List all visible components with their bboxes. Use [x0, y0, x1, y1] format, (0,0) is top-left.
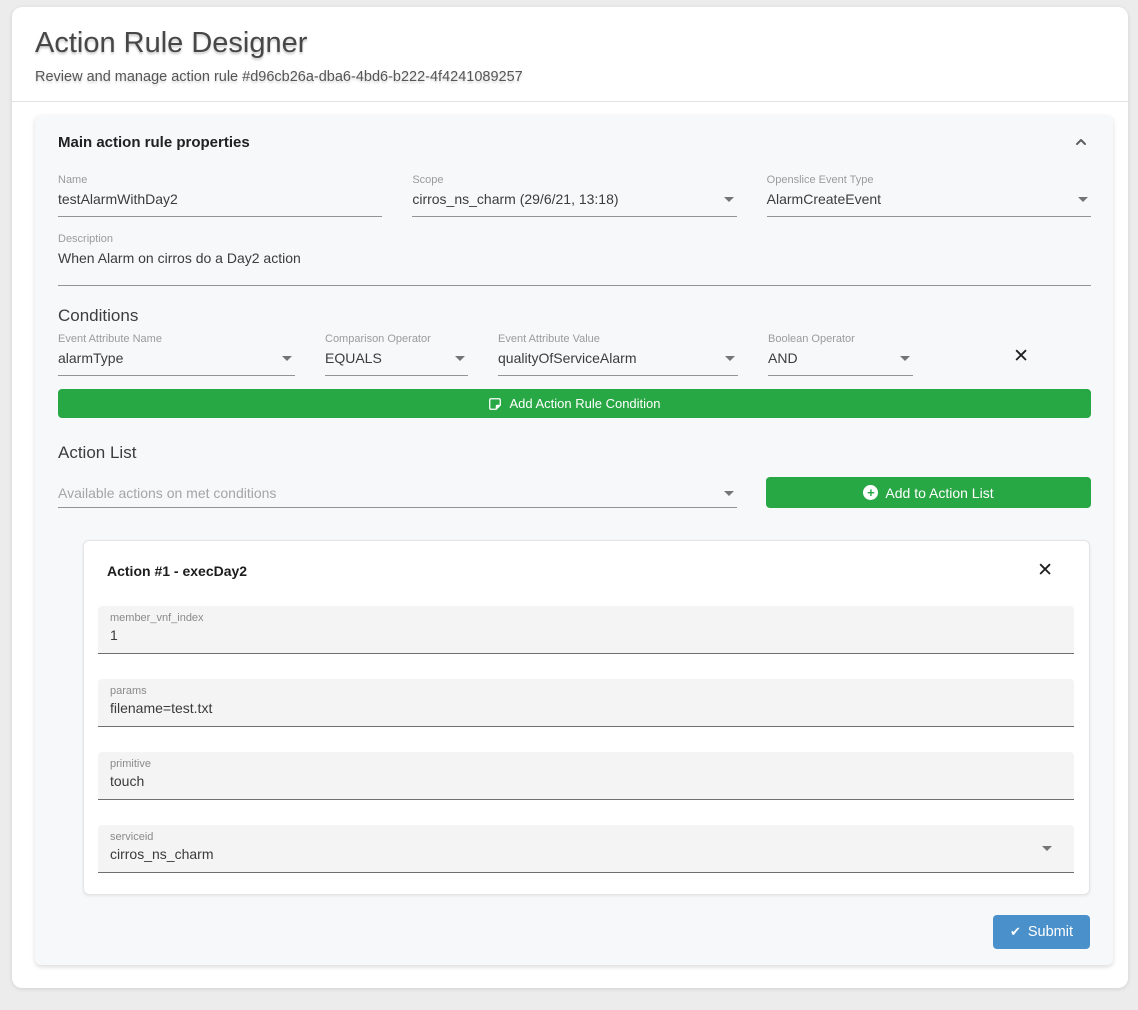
serviceid-label: serviceid — [110, 831, 1062, 843]
remove-condition-icon[interactable]: ✕ — [1013, 347, 1029, 366]
primitive-label: primitive — [110, 758, 1062, 770]
event-attribute-value-label: Event Attribute Value — [498, 333, 738, 345]
member-vnf-index-value: 1 — [110, 627, 118, 643]
description-label: Description — [58, 233, 1091, 245]
chevron-up-icon[interactable] — [1071, 132, 1091, 152]
dropdown-arrow-icon — [1042, 846, 1052, 851]
page-header: Action Rule Designer Review and manage a… — [12, 7, 1128, 102]
name-value: testAlarmWithDay2 — [58, 191, 178, 207]
available-actions-select[interactable]: Available actions on met conditions — [58, 477, 737, 508]
available-actions-placeholder: Available actions on met conditions — [58, 485, 276, 501]
plus-circle-icon: + — [863, 485, 878, 500]
panel-title: Main action rule properties — [58, 134, 250, 151]
action-card-header: Action #1 - execDay2 ✕ — [98, 561, 1074, 580]
dropdown-arrow-icon — [282, 356, 292, 361]
add-to-action-list-label: Add to Action List — [885, 485, 993, 501]
action-select-row: Available actions on met conditions + Ad… — [58, 477, 1091, 508]
event-attribute-name-label: Event Attribute Name — [58, 333, 295, 345]
remove-action-icon[interactable]: ✕ — [1037, 561, 1053, 580]
dropdown-arrow-icon — [724, 197, 734, 202]
event-attribute-value-value: qualityOfServiceAlarm — [498, 350, 637, 366]
action-list-heading: Action List — [58, 443, 1091, 463]
main-properties-panel: Main action rule properties Name testAla… — [35, 115, 1113, 965]
add-condition-button-label: Add Action Rule Condition — [509, 396, 660, 411]
page-title: Action Rule Designer — [35, 27, 1104, 60]
dropdown-arrow-icon — [724, 491, 734, 496]
params-value: filename=test.txt — [110, 700, 212, 716]
check-icon: ✔ — [1010, 924, 1021, 940]
condition-row: Event Attribute Name alarmType Compariso… — [58, 333, 1091, 376]
scope-value: cirros_ns_charm (29/6/21, 13:18) — [412, 191, 618, 207]
submit-button-label: Submit — [1028, 924, 1073, 940]
event-type-value: AlarmCreateEvent — [767, 191, 881, 207]
conditions-heading: Conditions — [58, 306, 1091, 326]
description-field[interactable]: Description When Alarm on cirros do a Da… — [58, 233, 1091, 286]
description-value: When Alarm on cirros do a Day2 action — [58, 250, 301, 266]
scope-label: Scope — [412, 174, 736, 186]
name-field[interactable]: Name testAlarmWithDay2 — [58, 174, 382, 217]
params-field[interactable]: params filename=test.txt — [98, 679, 1074, 727]
panel-header: Main action rule properties — [58, 132, 1091, 152]
action-card-title: Action #1 - execDay2 — [107, 563, 247, 579]
event-type-label: Openslice Event Type — [767, 174, 1091, 186]
submit-row: ✔ Submit — [58, 915, 1090, 949]
content-card: Action Rule Designer Review and manage a… — [12, 7, 1128, 988]
add-to-action-list-button[interactable]: + Add to Action List — [766, 477, 1091, 508]
boolean-operator-select[interactable]: Boolean Operator AND — [768, 333, 913, 376]
member-vnf-index-field[interactable]: member_vnf_index 1 — [98, 606, 1074, 654]
event-attribute-name-select[interactable]: Event Attribute Name alarmType — [58, 333, 295, 376]
action-card: Action #1 - execDay2 ✕ member_vnf_index … — [83, 540, 1090, 895]
dropdown-arrow-icon — [725, 356, 735, 361]
event-type-select[interactable]: Openslice Event Type AlarmCreateEvent — [767, 174, 1091, 217]
submit-button[interactable]: ✔ Submit — [993, 915, 1090, 949]
boolean-operator-label: Boolean Operator — [768, 333, 913, 345]
page-subtitle: Review and manage action rule #d96cb26a-… — [35, 69, 1104, 85]
params-label: params — [110, 685, 1062, 697]
scope-select[interactable]: Scope cirros_ns_charm (29/6/21, 13:18) — [412, 174, 736, 217]
main-fields-row: Name testAlarmWithDay2 Scope cirros_ns_c… — [58, 174, 1091, 217]
comparison-operator-label: Comparison Operator — [325, 333, 468, 345]
add-condition-button[interactable]: Add Action Rule Condition — [58, 389, 1091, 418]
primitive-field[interactable]: primitive touch — [98, 752, 1074, 800]
primitive-value: touch — [110, 773, 144, 789]
dropdown-arrow-icon — [900, 356, 910, 361]
event-attribute-name-value: alarmType — [58, 350, 123, 366]
serviceid-select[interactable]: serviceid cirros_ns_charm — [98, 825, 1074, 873]
comparison-operator-select[interactable]: Comparison Operator EQUALS — [325, 333, 468, 376]
comparison-operator-value: EQUALS — [325, 350, 382, 366]
note-icon — [488, 397, 502, 411]
serviceid-value: cirros_ns_charm — [110, 846, 213, 862]
member-vnf-index-label: member_vnf_index — [110, 612, 1062, 624]
dropdown-arrow-icon — [1078, 197, 1088, 202]
dropdown-arrow-icon — [455, 356, 465, 361]
name-label: Name — [58, 174, 382, 186]
event-attribute-value-select[interactable]: Event Attribute Value qualityOfServiceAl… — [498, 333, 738, 376]
boolean-operator-value: AND — [768, 350, 798, 366]
